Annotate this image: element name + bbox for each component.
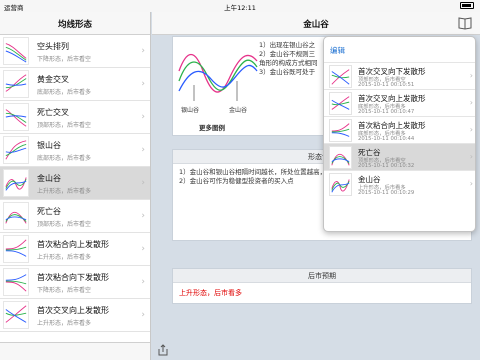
list-item-subtitle: 底部形态，后市看多 [37, 155, 92, 162]
history-popover: 编辑 首次交叉向下发散形 顶部形态，后市看空 2015-10-11 00:10:… [323, 36, 476, 232]
intro-line: 3）金山谷既可处于 [259, 68, 316, 76]
list-item-subtitle: 顶部形态，后市看空 [37, 221, 92, 228]
left-nav-title: 均线形态 [57, 20, 92, 30]
list-item[interactable]: 死亡谷 顶部形态，后市看空 › [0, 200, 150, 233]
list-item-title: 首次粘合向下发散形 [37, 273, 109, 282]
chevron-right-icon: › [469, 125, 473, 134]
history-item[interactable]: 首次交叉向下发散形 顶部形态，后市看空 2015-10-11 00:10:51 … [324, 62, 475, 89]
chart-label-left: 银山谷 [181, 107, 200, 114]
pattern-thumbnail-icon [329, 92, 352, 115]
share-icon[interactable] [158, 344, 168, 356]
more-examples-link[interactable]: 更多图例 [199, 122, 225, 132]
chevron-right-icon: › [141, 112, 145, 122]
history-item-date: 2015-10-11 00:10:51 [358, 82, 415, 88]
list-item-title: 死亡交叉 [37, 108, 69, 117]
list-item[interactable]: 首次粘合向上发散形 上升形态，后市看多 › [0, 233, 150, 266]
chevron-right-icon: › [141, 244, 145, 254]
chevron-right-icon: › [141, 79, 145, 89]
pattern-thumbnail-icon [3, 268, 29, 296]
pattern-thumbnail-icon [3, 301, 29, 329]
list-item-subtitle: 上升形态，后市看多 [37, 254, 92, 261]
list-item[interactable]: 死亡交叉 顶部形态，后市看空 › [0, 101, 150, 134]
chevron-right-icon: › [469, 98, 473, 107]
list-item[interactable]: 首次交叉向上发散形 上升形态，后市看多 › [0, 299, 150, 332]
list-item-title: 死亡谷 [37, 207, 61, 216]
left-toolbar [0, 342, 150, 360]
list-item-title: 首次交叉向上发散形 [37, 306, 109, 315]
list-item-title: 金山谷 [37, 174, 61, 183]
history-item-date: 2015-10-11 00:10:29 [358, 190, 415, 196]
list-item-subtitle: 下降形态，后市看空 [37, 56, 92, 63]
list-item-subtitle: 底部形态，后市看多 [37, 89, 92, 96]
list-item-title: 首次粘合向上发散形 [37, 240, 109, 249]
outlook-text: 上升形态，后市看多 [179, 289, 242, 297]
chevron-right-icon: › [469, 71, 473, 80]
pattern-thumbnail-icon [329, 119, 352, 142]
pattern-thumbnail-icon [3, 37, 29, 65]
pattern-list-panel: 均线形态 空头排列 下降形态，后市看空 › 黄金交叉 底部形态，后市看多 › 死… [0, 12, 151, 360]
pattern-thumbnail-icon [3, 103, 29, 131]
pattern-list: 空头排列 下降形态，后市看空 › 黄金交叉 底部形态，后市看多 › 死亡交叉 顶… [0, 35, 150, 332]
detail-title: 金山谷 [303, 20, 329, 30]
list-item-title: 黄金交叉 [37, 75, 69, 84]
intro-text: 1）出现在银山谷之 2）金山谷不规则三 角形的构成方式相同 3）金山谷既可处于 [259, 41, 318, 77]
chevron-right-icon: › [141, 46, 145, 56]
list-item-subtitle: 上升形态，后市看多 [37, 320, 92, 327]
intro-line: 2）金山谷不规则三 [259, 50, 316, 58]
history-item[interactable]: 首次粘合向上发散形 底部形态，后市看多 2015-10-11 00:10:44 … [324, 116, 475, 143]
left-nav-bar: 均线形态 [0, 12, 150, 35]
book-icon[interactable] [458, 16, 472, 30]
chevron-right-icon: › [141, 211, 145, 221]
history-item-selected[interactable]: 死亡谷 顶部形态，后市看空 2015-10-11 00:10:32 › [324, 143, 475, 170]
list-item[interactable]: 首次粘合向下发散形 下降形态，后市看空 › [0, 266, 150, 299]
list-item[interactable]: 银山谷 底部形态，后市看多 › [0, 134, 150, 167]
list-item-title: 空头排列 [37, 42, 69, 51]
chevron-right-icon: › [141, 277, 145, 287]
intro-line: 1）出现在银山谷之 [259, 41, 316, 49]
list-item[interactable]: 黄金交叉 底部形态，后市看多 › [0, 68, 150, 101]
list-item-title: 银山谷 [37, 141, 61, 150]
history-item[interactable]: 首次交叉向上发散形 底部形态，后市看多 2015-10-11 00:10:47 … [324, 89, 475, 116]
pattern-thumbnail-icon [3, 169, 29, 197]
detail-nav-bar: 金山谷 [152, 12, 480, 35]
chevron-right-icon: › [469, 152, 473, 161]
pattern-thumbnail-icon [3, 136, 29, 164]
battery-icon [460, 2, 474, 9]
pattern-thumbnail-icon [3, 70, 29, 98]
pattern-thumbnail-icon [329, 65, 352, 88]
chevron-right-icon: › [469, 179, 473, 188]
outlook-card: 后市预期 上升形态，后市看多 [172, 268, 472, 304]
pattern-thumbnail-icon [3, 202, 29, 230]
history-item[interactable]: 金山谷 上升形态，后市看多 2015-10-11 00:10:29 › [324, 170, 475, 197]
outlook-section-title: 后市预期 [173, 269, 471, 283]
list-item-subtitle: 下降形态，后市看空 [37, 287, 92, 294]
pattern-thumbnail-icon [329, 146, 352, 169]
history-item-date: 2015-10-11 00:10:47 [358, 109, 415, 115]
pattern-diagram [178, 53, 258, 101]
list-item-selected[interactable]: 金山谷 上升形态，后市看多 › [0, 167, 150, 200]
pattern-thumbnail-icon [3, 235, 29, 263]
chevron-right-icon: › [141, 145, 145, 155]
clock: 上午12:11 [224, 4, 256, 12]
history-item-date: 2015-10-11 00:10:32 [358, 163, 415, 169]
intro-line: 角形的构成方式相同 [259, 59, 318, 67]
list-item-subtitle: 顶部形态，后市看空 [37, 122, 92, 129]
status-bar: 运营商 上午12:11 [0, 0, 480, 12]
list-item-subtitle: 上升形态，后市看多 [37, 188, 92, 195]
chevron-right-icon: › [141, 178, 145, 188]
pattern-thumbnail-icon [329, 173, 352, 196]
list-item[interactable]: 空头排列 下降形态，后市看空 › [0, 35, 150, 68]
chevron-right-icon: › [141, 310, 145, 320]
edit-button[interactable]: 编辑 [330, 45, 345, 56]
chart-label-right: 金山谷 [229, 107, 248, 114]
history-item-date: 2015-10-11 00:10:44 [358, 136, 415, 142]
